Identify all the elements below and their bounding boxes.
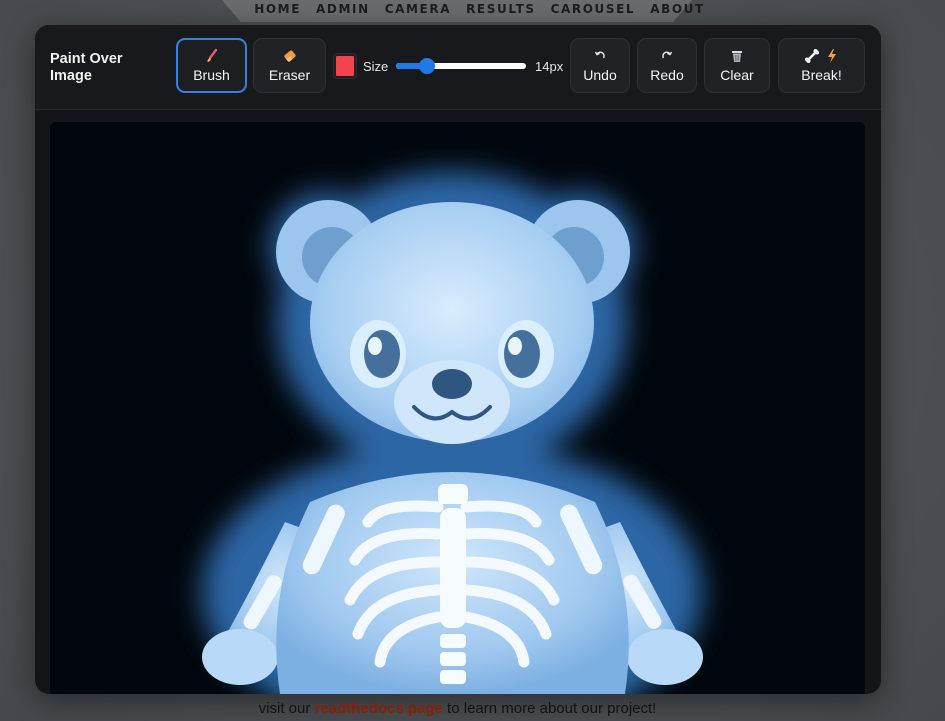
nav-results[interactable]: RESULTS [466,0,536,20]
footer-prefix: visit our [258,700,315,717]
redo-icon [661,48,673,64]
clear-label: Clear [720,67,754,83]
size-value: 14px [535,59,564,74]
readthedocs-link[interactable]: readthedocs page [315,700,443,717]
brush-size-slider[interactable] [396,58,526,74]
paint-editor-modal: Paint Over Image Brush Eraser Size 14px … [35,25,881,694]
eraser-label: Eraser [268,67,311,83]
break-icons [804,48,839,64]
footer-text: visit our readthedocs page to learn more… [0,700,915,717]
undo-label: Undo [583,67,617,83]
eraser-icon [282,48,298,64]
paintbrush-icon [205,48,219,64]
break-button[interactable]: Break! [778,38,865,93]
undo-button[interactable]: Undo [570,38,630,93]
trash-icon [730,48,744,64]
brush-label: Brush [193,67,230,83]
size-label: Size [363,59,389,74]
clear-button[interactable]: Clear [704,38,770,93]
lightning-icon [828,49,836,63]
nav-about[interactable]: ABOUT [650,0,705,20]
editor-toolbar: Paint Over Image Brush Eraser Size 14px … [35,25,881,110]
footer-suffix: to learn more about our project! [442,700,657,717]
brush-button[interactable]: Brush [176,38,247,93]
brush-color-picker[interactable] [334,54,356,78]
xray-teddy-bear-image [202,172,703,694]
nav-camera[interactable]: CAMERA [385,0,451,20]
nav-home[interactable]: HOME [254,0,301,20]
paint-canvas[interactable] [50,122,865,694]
top-nav: HOME ADMIN CAMERA RESULTS CAROUSEL ABOUT [0,0,945,20]
redo-button[interactable]: Redo [637,38,697,93]
nav-carousel[interactable]: CAROUSEL [551,0,636,20]
editor-title: Paint Over Image [50,51,123,84]
slider-thumb[interactable] [419,58,436,74]
nav-admin[interactable]: ADMIN [316,0,370,20]
redo-label: Redo [650,67,684,83]
break-label: Break! [801,67,842,83]
undo-icon [594,48,606,64]
bone-icon [805,49,819,63]
eraser-button[interactable]: Eraser [253,38,326,93]
